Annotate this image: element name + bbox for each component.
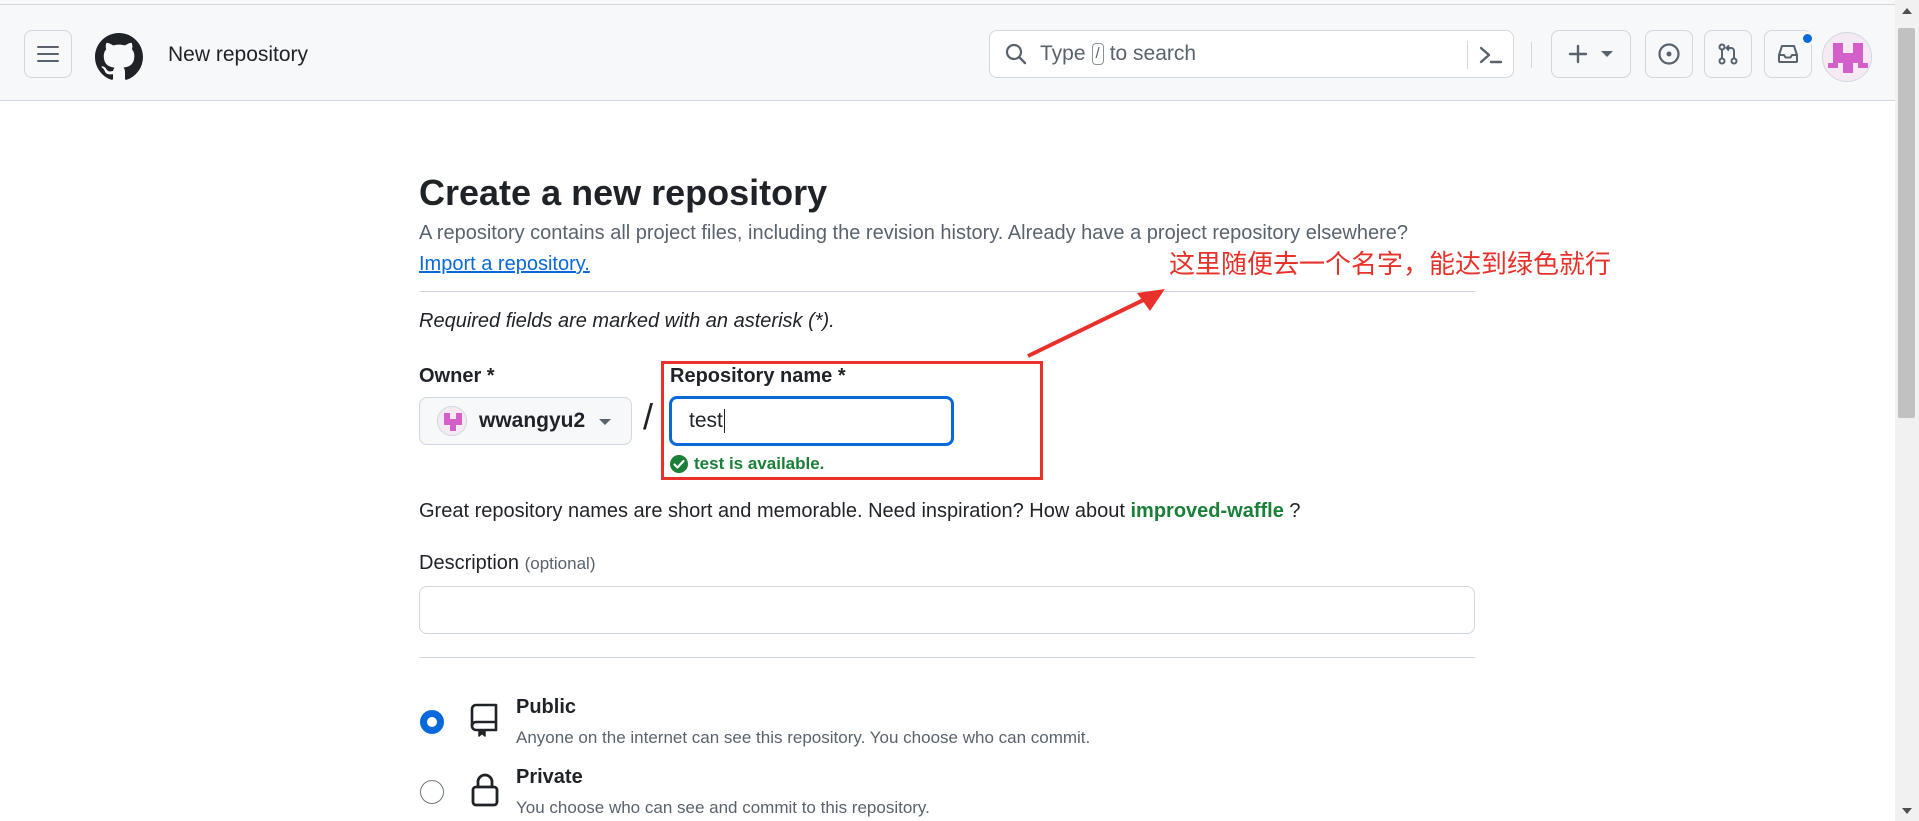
scrollbar-thumb[interactable] [1898,28,1915,418]
owner-name: wwangyu2 [479,409,586,432]
repo-icon [470,703,498,737]
header-context-title[interactable]: New repository [168,43,308,67]
description-label: Description (optional) [419,552,595,575]
user-avatar[interactable] [1822,32,1872,82]
suggested-name-link[interactable]: improved-waffle [1130,500,1283,522]
search-placeholder: Type / to search [1040,42,1196,66]
import-repository-link[interactable]: Import a repository. [419,253,590,276]
private-radio[interactable] [420,780,444,804]
public-title: Public [516,696,577,718]
section-divider [419,657,1475,658]
search-placeholder-suffix: to search [1109,42,1197,65]
owner-avatar [437,406,467,436]
annotation-arrow-icon [1027,289,1165,358]
section-divider [419,291,1475,292]
annotation-highlight-box [661,361,1043,480]
header-divider [1531,42,1532,68]
command-palette-icon[interactable] [1478,43,1504,67]
search-shortcut-key: / [1091,43,1104,65]
chevron-down-icon [1601,51,1613,57]
search-placeholder-prefix: Type [1040,42,1086,65]
github-logo-icon[interactable] [95,33,143,81]
owner-repo-separator: / [643,396,654,437]
identicon-icon [438,407,466,435]
issues-button[interactable] [1645,30,1693,78]
inbox-icon [1778,45,1798,63]
annotation-text: 这里随便去一个名字，能达到绿色就行 [1169,250,1612,280]
public-radio[interactable] [420,710,444,734]
notification-indicator [1801,32,1814,45]
suggestion-suffix: ? [1289,500,1301,522]
owner-select[interactable]: wwangyu2 [419,397,632,445]
optional-tag: (optional) [524,554,596,573]
git-pull-request-icon [1718,43,1738,65]
caret-down-icon [599,419,611,425]
page-title: Create a new repository [419,172,828,213]
hamburger-icon [37,46,59,62]
owner-label: Owner * [419,365,495,387]
plus-icon [1568,44,1588,64]
scroll-down-arrow-icon[interactable] [1902,808,1912,814]
description-label-text: Description [419,552,520,574]
create-new-button[interactable] [1551,30,1631,78]
public-description: Anyone on the internet can see this repo… [516,728,1091,747]
private-description: You choose who can see and commit to thi… [516,798,930,817]
issue-opened-icon [1658,43,1680,65]
search-divider [1467,41,1468,69]
suggestion-prefix: Great repository names are short and mem… [419,500,1125,522]
pull-requests-button[interactable] [1704,30,1752,78]
scroll-up-arrow-icon[interactable] [1902,8,1912,14]
search-input[interactable]: Type / to search [989,30,1514,78]
menu-button[interactable] [24,30,72,78]
page-scrollbar[interactable] [1895,0,1919,821]
search-icon [1005,43,1027,65]
required-fields-note: Required fields are marked with an aster… [419,310,835,332]
private-title: Private [516,766,583,788]
identicon-icon [1823,33,1871,81]
page-subtitle: A repository contains all project files,… [419,222,1409,244]
app-header: New repository Type / to search [0,5,1895,101]
description-input[interactable] [419,586,1475,634]
name-suggestion: Great repository names are short and mem… [419,500,1301,523]
lock-icon [471,773,499,807]
